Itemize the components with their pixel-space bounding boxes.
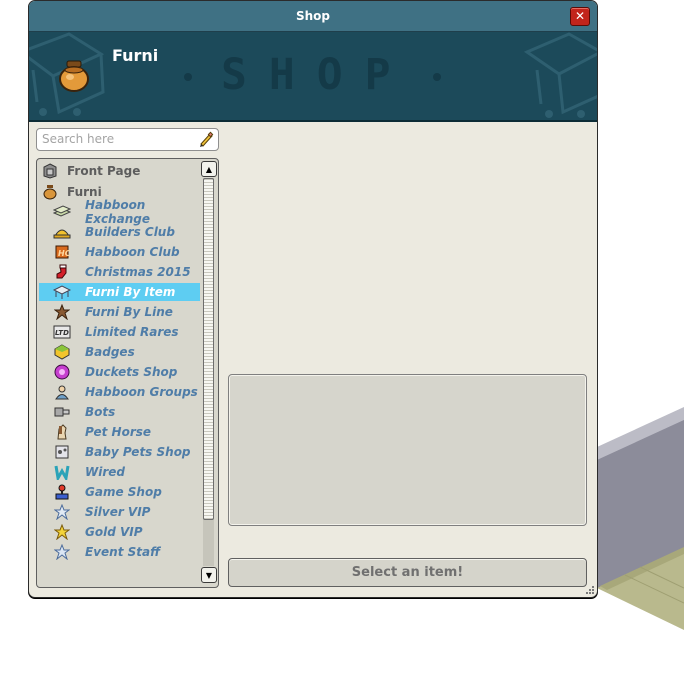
item-preview-area — [228, 374, 587, 526]
furni-item-icon — [53, 283, 71, 301]
window-title: Shop — [295, 9, 331, 23]
shop-logo-text: SHOP — [221, 50, 413, 100]
bot-icon — [53, 403, 71, 421]
groups-icon — [53, 383, 71, 401]
catalog-item-label: Builders Club — [85, 225, 175, 239]
scroll-thumb[interactable] — [203, 178, 214, 520]
builders-helmet-icon — [53, 223, 71, 241]
catalog-item-label: Badges — [85, 345, 135, 359]
wired-icon — [53, 463, 71, 481]
catalog-item-label: Game Shop — [85, 485, 162, 499]
shop-banner: SHOP Furni — [29, 32, 597, 122]
catalog-item-label: Furni By Line — [85, 305, 173, 319]
catalog-item[interactable]: Furni By Line — [39, 303, 200, 321]
catalog-item[interactable]: Christmas 2015 — [39, 263, 200, 281]
scroll-up-arrow-icon[interactable]: ▲ — [201, 161, 217, 177]
catalog-item[interactable]: Pet Horse — [39, 423, 200, 441]
catalog-item-selected[interactable]: Furni By Item — [39, 283, 200, 301]
catalog-item[interactable]: Habboon Groups — [39, 383, 200, 401]
catalog-item[interactable]: LTD Limited Rares — [39, 323, 200, 341]
furni-bag-icon — [41, 183, 59, 201]
furni-bag-icon — [59, 60, 89, 92]
scroll-down-arrow-icon[interactable]: ▼ — [201, 567, 217, 583]
search-input[interactable] — [42, 130, 190, 148]
catalog-item[interactable]: Duckets Shop — [39, 363, 200, 381]
catalog-item[interactable]: Game Shop — [39, 483, 200, 501]
badge-icon — [53, 343, 71, 361]
silver-star-icon — [53, 503, 71, 521]
baby-pets-icon — [53, 443, 71, 461]
catalog-item-label: Habboon Groups — [85, 385, 198, 399]
exchange-icon — [53, 203, 71, 221]
catalog-item[interactable]: Front Page — [39, 162, 200, 180]
catalog-item[interactable]: Gold VIP — [39, 523, 200, 541]
gold-star-icon — [53, 523, 71, 541]
event-star-icon — [53, 543, 71, 561]
catalog-item[interactable]: Habboon Exchange — [39, 198, 200, 226]
catalog-item-label: Wired — [85, 465, 125, 479]
banner-dot — [184, 73, 192, 81]
catalog-item-label: Silver VIP — [85, 505, 151, 519]
catalog-item-label: Baby Pets Shop — [85, 445, 191, 459]
catalog-item[interactable]: Silver VIP — [39, 503, 200, 521]
duckets-icon — [53, 363, 71, 381]
catalog-item[interactable]: Wired — [39, 463, 200, 481]
catalog-item-label: Bots — [85, 405, 116, 419]
catalog-item[interactable]: HC Habboon Club — [39, 243, 200, 261]
catalog-item-label: Duckets Shop — [85, 365, 178, 379]
catalog-item[interactable]: Bots — [39, 403, 200, 421]
banner-dot — [433, 73, 441, 81]
catalog-item-label: Limited Rares — [85, 325, 179, 339]
catalog-item-label: Furni By Item — [85, 285, 176, 299]
line-star-icon — [53, 303, 71, 321]
search-box[interactable] — [36, 128, 219, 151]
catalog-scrollbar[interactable]: ▲ ▼ — [201, 161, 217, 583]
catalog-item[interactable]: Event Staff — [39, 543, 200, 561]
svg-text:LTD: LTD — [55, 329, 69, 337]
select-item-button[interactable]: Select an item! — [228, 558, 587, 587]
club-icon: HC — [53, 243, 71, 261]
catalog-list: Front Page Furni Habboon Exchange Builde… — [36, 158, 219, 588]
catalog-item-label: Furni — [67, 185, 102, 199]
ltd-icon: LTD — [53, 323, 71, 341]
catalog-item-label: Pet Horse — [85, 425, 152, 439]
category-title: Furni — [112, 46, 159, 65]
scroll-track[interactable] — [203, 178, 214, 566]
pencil-icon[interactable] — [198, 131, 214, 147]
catalog-item[interactable]: Builders Club — [39, 223, 200, 241]
shop-window: Shop ✕ SHOP Furni Search here Front Page… — [28, 0, 598, 598]
horse-icon — [53, 423, 71, 441]
catalog-item[interactable]: Baby Pets Shop — [39, 443, 200, 461]
joystick-icon — [53, 483, 71, 501]
catalog-item-label: Front Page — [67, 164, 141, 178]
svg-text:HC: HC — [58, 249, 70, 258]
catalog-item-label: Event Staff — [85, 545, 161, 559]
catalog-item-label: Habboon Exchange — [85, 198, 150, 226]
catalog-item-label: Christmas 2015 — [85, 265, 191, 279]
resize-grip-icon[interactable] — [585, 585, 595, 595]
catalog-item[interactable]: Badges — [39, 343, 200, 361]
front-page-icon — [41, 162, 59, 180]
stocking-icon — [53, 263, 71, 281]
close-button[interactable]: ✕ — [570, 7, 590, 26]
window-titlebar[interactable]: Shop ✕ — [29, 1, 597, 32]
catalog-item-label: Habboon Club — [85, 245, 180, 259]
catalog-item-label: Gold VIP — [85, 525, 143, 539]
